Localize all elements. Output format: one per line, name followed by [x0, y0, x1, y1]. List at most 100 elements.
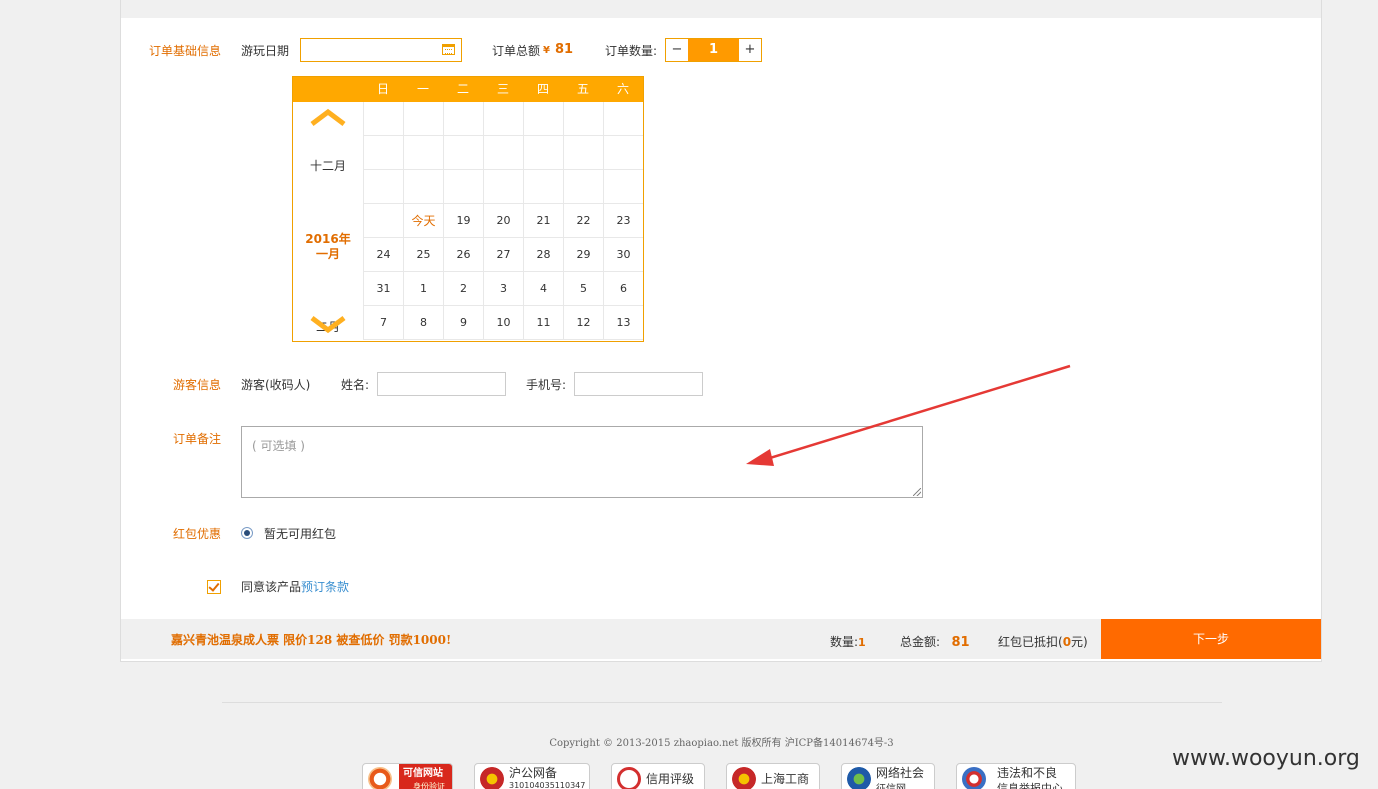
weekday-header: 六	[616, 82, 629, 96]
calendar-day-cell[interactable]: 24	[363, 238, 403, 272]
calendar-day-cell	[563, 102, 603, 136]
calendar-day-cell[interactable]: 2	[443, 272, 483, 306]
phone-input[interactable]	[574, 372, 703, 396]
next-step-button[interactable]: 下一步	[1101, 619, 1321, 659]
phone-label: 手机号:	[526, 378, 567, 392]
calendar-day-cell	[523, 136, 563, 170]
calendar-day-cell[interactable]: 9	[443, 306, 483, 340]
calendar-day-cell	[563, 170, 603, 204]
badge-commerce[interactable]: 上海工商	[726, 763, 820, 789]
calendar-day-cell	[563, 136, 603, 170]
order-total-label: 订单总额	[492, 44, 541, 58]
calendar-day-cell[interactable]: 1	[403, 272, 443, 306]
badge-report-center[interactable]: 违法和不良 信息举报中心	[956, 763, 1076, 789]
calendar-day-cell[interactable]: 26	[443, 238, 483, 272]
badge-credit-title: 信用评级	[646, 772, 695, 786]
panel-top-strip	[121, 0, 1321, 18]
summary-discount-label: 红包已抵扣(	[998, 635, 1063, 649]
watermark-text: www.wooyun.org	[1172, 746, 1360, 771]
commerce-emblem-icon	[732, 767, 756, 789]
badge-network-credit[interactable]: 网络社会 征信网	[841, 763, 935, 789]
date-picker-calendar: 日一二三四五六 十二月 2016年 一月 二月 今天 19 20 21 22 23 24 25 2…	[292, 76, 644, 342]
qty-value[interactable]: 1	[688, 39, 739, 61]
badge-credit-rating[interactable]: 信用评级	[611, 763, 705, 789]
agree-text: 同意该产品	[241, 580, 302, 594]
order-total-amount: 81	[554, 42, 574, 57]
badge-report-sub: 信息举报中心	[997, 782, 1063, 789]
calendar-icon[interactable]	[442, 44, 455, 55]
visitor-type-label: 游客(收码人)	[241, 378, 311, 392]
calendar-day-cell[interactable]: 6	[603, 272, 643, 306]
chevron-up-icon[interactable]	[310, 108, 346, 126]
calendar-day-cell[interactable]: 27	[483, 238, 523, 272]
weekday-header: 一	[416, 82, 429, 96]
calendar-day-cell[interactable]: 12	[563, 306, 603, 340]
current-month-label: 2016年 一月	[293, 232, 363, 262]
redpacket-radio[interactable]	[241, 527, 253, 539]
calendar-day-cell[interactable]: 20	[483, 204, 523, 238]
weekday-header: 五	[576, 82, 589, 96]
name-label: 姓名:	[341, 378, 370, 392]
quantity-stepper: − 1 +	[665, 38, 762, 62]
badge-trusted-sub: 身份验证	[413, 782, 445, 789]
calendar-day-cell[interactable]: 23	[603, 204, 643, 238]
product-title: 嘉兴青池温泉成人票 限价128 被查低价 罚款1000!	[171, 633, 452, 647]
calendar-day-cell	[363, 204, 403, 238]
qty-plus-button[interactable]: +	[739, 39, 761, 61]
calendar-day-cell	[523, 102, 563, 136]
calendar-month-nav: 十二月 2016年 一月 二月	[293, 102, 363, 341]
badge-trusted-site[interactable]: 可信网站 身份验证	[362, 763, 453, 789]
agree-terms-checkbox[interactable]	[207, 580, 221, 594]
calendar-day-cell[interactable]: 31	[363, 272, 403, 306]
calendar-day-cell[interactable]: 30	[603, 238, 643, 272]
summary-qty-value: 1	[858, 636, 866, 649]
summary-qty-label: 数量:	[830, 635, 859, 649]
resize-handle-icon[interactable]	[913, 488, 921, 496]
terms-link[interactable]: 预订条款	[301, 580, 349, 594]
trusted-site-icon	[368, 767, 392, 789]
summary-discount-unit: 元)	[1071, 635, 1088, 649]
summary-qty: 数量:1	[830, 633, 866, 650]
name-input[interactable]	[377, 372, 506, 396]
calendar-day-cell[interactable]: 4	[523, 272, 563, 306]
badge-police-record[interactable]: 沪公网备 31010403511034​7	[474, 763, 590, 789]
calendar-today-cell[interactable]: 今天	[403, 204, 443, 238]
order-panel: 订单基础信息 游玩日期 订单总额 ¥81 订单数量: − 1 + 日一二三四五六…	[120, 0, 1322, 662]
redpacket-label: 红包优惠	[173, 527, 222, 541]
calendar-day-cell	[443, 102, 483, 136]
calendar-day-cell[interactable]: 29	[563, 238, 603, 272]
calendar-day-cell[interactable]: 22	[563, 204, 603, 238]
current-month: 一月	[315, 247, 340, 261]
redpacket-option-label: 暂无可用红包	[264, 527, 337, 541]
badge-police-sub: 31010403511034​7	[509, 781, 586, 789]
prev-month-label[interactable]: 十二月	[293, 157, 363, 174]
badge-network-title: 网络社会	[876, 766, 925, 780]
calendar-day-cell[interactable]: 11	[523, 306, 563, 340]
calendar-day-cell	[403, 170, 443, 204]
chevron-down-icon[interactable]	[310, 316, 346, 334]
weekday-header: 日	[376, 82, 389, 96]
calendar-day-cell[interactable]: 7	[363, 306, 403, 340]
qty-minus-button[interactable]: −	[666, 39, 688, 61]
remark-textarea[interactable]: ( 可选填 )	[241, 426, 923, 498]
summary-amount-label: 总金额:	[900, 635, 941, 649]
weekday-header: 四	[536, 82, 549, 96]
calendar-day-cell[interactable]: 10	[483, 306, 523, 340]
calendar-day-cell[interactable]: 13	[603, 306, 643, 340]
calendar-day-cell[interactable]: 21	[523, 204, 563, 238]
calendar-day-cell	[483, 102, 523, 136]
remark-label: 订单备注	[173, 432, 222, 446]
calendar-day-cell[interactable]: 19	[443, 204, 483, 238]
summary-amount: 总金额: 81	[900, 633, 970, 650]
calendar-day-cell[interactable]: 28	[523, 238, 563, 272]
calendar-day-cell[interactable]: 8	[403, 306, 443, 340]
badge-commerce-title: 上海工商	[761, 772, 810, 786]
footer-divider	[222, 702, 1222, 703]
play-date-input[interactable]	[300, 38, 462, 62]
calendar-day-cell[interactable]: 5	[563, 272, 603, 306]
calendar-day-cell	[603, 170, 643, 204]
calendar-day-cell[interactable]: 25	[403, 238, 443, 272]
calendar-day-cell	[523, 170, 563, 204]
summary-amount-value: 81	[951, 635, 970, 650]
calendar-day-cell[interactable]: 3	[483, 272, 523, 306]
